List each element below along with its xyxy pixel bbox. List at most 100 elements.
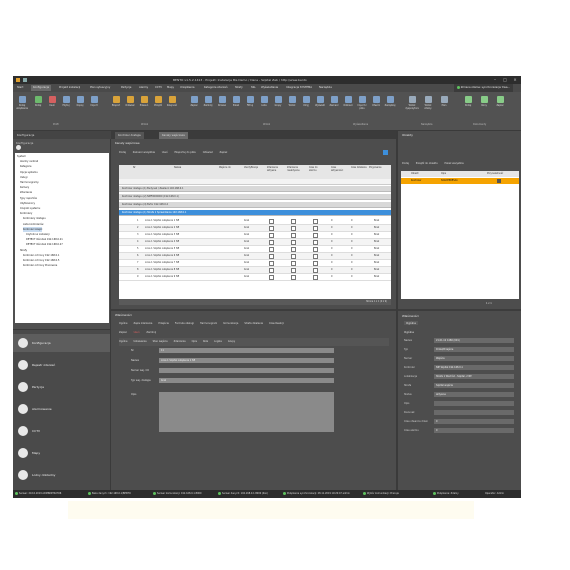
ribbon-button[interactable]: Dodaj urządzenie xyxy=(15,96,29,110)
table-row[interactable]: 7 Linia 1 Szpital natężenia 7 NE brak 0 0 Bra… xyxy=(119,260,391,267)
checkbox[interactable] xyxy=(313,233,318,238)
property-value[interactable]: aktywna xyxy=(434,392,514,397)
objects-goto-button[interactable]: Przejdź do obiektu xyxy=(416,162,438,165)
column-header[interactable]: Czas do alarmu xyxy=(309,166,325,172)
property-value[interactable]: Strefa 1 Wschód - Szpital, 2 NE xyxy=(434,374,514,379)
table-row[interactable]: 4 Linia 1 Szpital natężenia 4 NE brak 0 0 Bra… xyxy=(119,239,391,246)
ribbon-button[interactable]: Zapisz xyxy=(187,96,201,108)
grid-pager[interactable]: Strona 1 z 1 (9 z 9) xyxy=(119,299,391,305)
table-row[interactable]: 6 Linia 1 Szpital natężenia 6 NE brak 0 0 Bra… xyxy=(119,253,391,260)
ribbon-button[interactable]: Pokaż xyxy=(229,96,243,108)
details-tab[interactable]: Zapis zdarzenia xyxy=(134,320,153,328)
property-value[interactable]: Drzwi/Przejście xyxy=(434,347,514,352)
ribbon-button[interactable]: Import xyxy=(87,96,101,108)
checkbox[interactable] xyxy=(313,275,318,280)
home-icon[interactable] xyxy=(16,145,21,150)
ribbon-button[interactable]: Przesuń xyxy=(137,96,151,108)
tab-kontroler[interactable]: Kontroler dostępu xyxy=(115,132,145,139)
objects-showall-button[interactable]: Pokaż wszystkie xyxy=(444,162,463,165)
checkbox[interactable] xyxy=(291,226,296,231)
ribbon-button[interactable]: Odśwież xyxy=(123,96,137,108)
ribbon-button[interactable]: Grupy xyxy=(271,96,285,108)
checkbox[interactable] xyxy=(269,233,274,238)
checkbox[interactable] xyxy=(269,254,274,259)
details-tab[interactable]: Formuła obsługi xyxy=(175,320,194,328)
column-header[interactable]: Wejście do xyxy=(219,166,239,170)
tab-partycje[interactable]: Partycje xyxy=(119,85,133,91)
module-item[interactable]: Rejestr zdarzeń xyxy=(13,356,110,374)
field-input[interactable] xyxy=(159,368,334,373)
checkbox[interactable] xyxy=(291,268,296,273)
ribbon-button[interactable]: Wyświetl xyxy=(313,96,327,108)
table-row[interactable]: 8 Linia 1 Szpital natężenia 8 NE brak 0 0 Bra… xyxy=(119,267,391,274)
tab-integracja[interactable]: Integracja SYSTEMA xyxy=(284,85,314,91)
tab-wyswietlanie[interactable]: Wyświetlanie xyxy=(259,85,280,91)
ribbon-button[interactable]: Otwórz xyxy=(369,96,383,108)
ribbon-button[interactable]: Eksport xyxy=(109,96,123,108)
ribbon-button[interactable]: Zaznacz xyxy=(327,96,341,108)
checkbox[interactable] xyxy=(269,240,274,245)
configuration-tree[interactable]: System Alarmy centrali Kategorie Opcje syst… xyxy=(15,153,109,323)
tab-plan[interactable]: Plan sytuacyjny xyxy=(88,85,112,91)
column-header[interactable]: Opis xyxy=(441,172,446,175)
checkbox[interactable] xyxy=(269,226,274,231)
property-value[interactable]: 0 xyxy=(434,419,514,424)
module-item[interactable]: Partycja xyxy=(13,378,110,396)
tab-projekt[interactable]: Projekt instalacji xyxy=(57,85,82,91)
checkbox[interactable] xyxy=(269,261,274,266)
export-button[interactable]: Eksportuj do pliku xyxy=(175,151,196,154)
ribbon-button[interactable]: Import z pliku xyxy=(355,96,369,110)
refresh-button[interactable]: Odśwież xyxy=(203,151,213,154)
ribbon-button[interactable]: Zamknij xyxy=(201,96,215,108)
module-item[interactable]: Mapy xyxy=(13,444,110,462)
save-button[interactable]: Zapisz xyxy=(219,151,227,154)
filter-row[interactable] xyxy=(119,179,391,185)
group-row[interactable]: Kontroler dostępu (1) Strefa 1 Sprawdzan… xyxy=(119,210,391,216)
tree-item[interactable]: Kontroler ochrony Pracownie xyxy=(23,263,57,268)
checkbox[interactable] xyxy=(291,240,296,245)
checkbox[interactable] xyxy=(313,261,318,266)
checkbox[interactable] xyxy=(291,247,296,252)
table-row[interactable]: 9 Linia 1 Szpital natężenia 9 NE brak 0 0 Bra… xyxy=(119,274,391,281)
ribbon-button[interactable]: Widok xyxy=(285,96,299,108)
objects-pager[interactable]: 1 z 1 xyxy=(486,301,492,307)
tab-cctv[interactable]: CCTV xyxy=(153,85,164,91)
checkbox[interactable] xyxy=(269,268,274,273)
group-row[interactable]: Kontroler dostępu (4) Bufor 192.168.0.4 xyxy=(119,202,391,208)
column-header[interactable]: Zdarzenie aktywne xyxy=(267,166,285,172)
checkbox[interactable] xyxy=(291,233,296,238)
table-row[interactable]: 3 Linia 1 Szpital natężenia 3 NE brak 0 0 Bra… xyxy=(119,232,391,239)
tab-konfiguracja[interactable]: Konfiguracja xyxy=(31,85,52,91)
tab-ssl[interactable]: SSL xyxy=(249,85,258,91)
objects-row[interactable]: Kontroler SOLDEPRESA1 xyxy=(401,178,519,184)
group-row[interactable]: Kontroler dostępu (1) Budynek / Zasilacz… xyxy=(119,186,391,192)
channels-grid[interactable]: Nr Nazwa Wejście do Identyfikacja Zdarze… xyxy=(119,165,391,299)
detail-subtab[interactable]: Stan wejścia xyxy=(153,338,168,346)
checkbox[interactable] xyxy=(313,268,318,273)
ribbon-button[interactable]: Widok dyspozytora xyxy=(405,96,419,110)
ribbon-button[interactable]: Zarządzaj xyxy=(383,96,397,108)
checkbox[interactable] xyxy=(269,275,274,280)
detail-subtab[interactable]: Rola xyxy=(203,338,208,346)
add-button[interactable]: Dodaj xyxy=(119,151,126,154)
ribbon-button[interactable]: Dodaj xyxy=(31,96,45,108)
property-value[interactable]: 0 xyxy=(434,428,514,433)
checkbox[interactable] xyxy=(313,254,318,259)
objects-grid[interactable]: Obiekt Opis Przynależność Kontroler SOLD… xyxy=(401,171,519,299)
ribbon-button[interactable]: Plan xyxy=(437,96,451,108)
column-header[interactable]: Nazwa xyxy=(174,166,181,170)
panel-menu-icon[interactable] xyxy=(383,150,388,155)
checkbox[interactable] xyxy=(291,261,296,266)
property-value[interactable]: Szpital wejście xyxy=(434,383,514,388)
details-tab[interactable]: Czas Reakcji xyxy=(269,320,284,328)
tab-start[interactable]: Start xyxy=(15,85,25,91)
details-close-button[interactable]: Zamknij xyxy=(146,331,156,334)
operator-status[interactable]: Operator: Admin xyxy=(485,491,504,497)
column-header[interactable]: Czas działania xyxy=(351,166,367,170)
tab-alarmy[interactable]: Alarmy xyxy=(137,85,150,91)
close-icon[interactable]: × xyxy=(511,77,519,83)
tab-mapy[interactable]: Mapy xyxy=(165,85,176,91)
ribbon-button[interactable]: Lista xyxy=(257,96,271,108)
tree-item[interactable]: DETECT Ośrodek 192.168.0.27 xyxy=(26,242,63,247)
details-tab[interactable]: Komunikacja xyxy=(223,320,238,328)
